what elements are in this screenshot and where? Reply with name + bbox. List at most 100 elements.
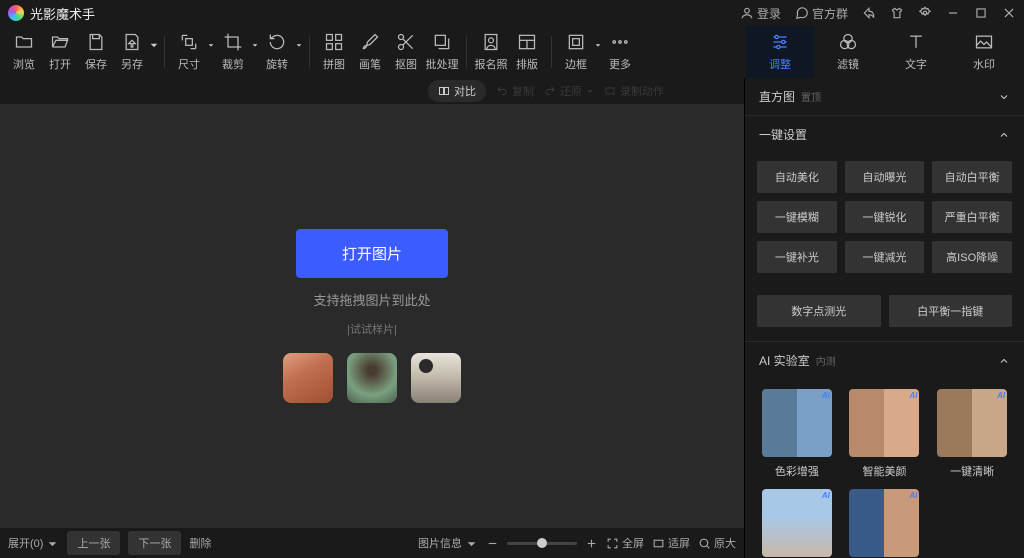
histogram-section[interactable]: 直方图置顶	[745, 78, 1024, 115]
sample-thumb-1[interactable]	[283, 353, 333, 403]
quick-btn[interactable]: 一键锐化	[845, 201, 925, 233]
app-title: 光影魔术手	[30, 4, 95, 23]
login-label: 登录	[757, 5, 781, 22]
quick-btn[interactable]: 严重白平衡	[932, 201, 1012, 233]
zoom-out-button[interactable]	[486, 537, 499, 550]
redo-icon	[544, 85, 556, 97]
tab-adjust[interactable]: 调整	[746, 26, 814, 78]
text-icon	[906, 32, 926, 52]
zoom-in-button[interactable]	[585, 537, 598, 550]
chat-icon	[795, 6, 809, 20]
quick-btn[interactable]: 自动白平衡	[932, 161, 1012, 193]
zoom-slider[interactable]	[507, 542, 577, 545]
ai-thumb: AI	[849, 489, 919, 557]
delete-button[interactable]: 删除	[189, 535, 211, 551]
collage-button[interactable]: 拼图	[316, 28, 352, 76]
quick-btn[interactable]: 自动曝光	[845, 161, 925, 193]
tab-watermark[interactable]: 水印	[950, 26, 1018, 78]
maximize-button[interactable]	[974, 6, 988, 20]
fit-icon	[652, 537, 665, 550]
ai-thumb: AI	[762, 489, 832, 557]
ai-item[interactable]: AI	[759, 489, 835, 557]
more-icon	[610, 32, 630, 52]
expand-button[interactable]: 展开(0)	[8, 535, 59, 551]
sample-thumb-2[interactable]	[347, 353, 397, 403]
border-dropdown[interactable]	[594, 28, 602, 52]
actual-icon	[698, 537, 711, 550]
chevron-down-icon	[251, 41, 259, 49]
quick-btn[interactable]: 高ISO降噪	[932, 241, 1012, 273]
user-icon	[740, 6, 754, 20]
title-bar: 光影魔术手 登录 官方群	[0, 0, 1024, 26]
tab-filter[interactable]: 滤镜	[814, 26, 882, 78]
chevron-down-icon	[207, 41, 215, 49]
share-button[interactable]	[862, 6, 876, 20]
folder-icon	[14, 32, 34, 52]
next-button[interactable]: 下一张	[128, 531, 181, 555]
quick-btn[interactable]: 白平衡一指键	[889, 295, 1013, 327]
chevron-down-icon	[46, 537, 59, 550]
batch-button[interactable]: 批处理	[424, 28, 460, 76]
copy-button[interactable]: 复制	[496, 83, 534, 99]
saveas-dropdown[interactable]	[150, 28, 158, 52]
login-button[interactable]: 登录	[740, 5, 781, 22]
cutout-button[interactable]: 抠图	[388, 28, 424, 76]
quick-btn[interactable]: 一键减光	[845, 241, 925, 273]
chevron-down-icon	[586, 87, 594, 95]
browse-button[interactable]: 浏览	[6, 28, 42, 76]
compare-toggle[interactable]: 对比	[428, 80, 486, 102]
ai-lab-section[interactable]: AI 实验室内测	[745, 341, 1024, 379]
more-button[interactable]: 更多	[602, 28, 638, 76]
folder-open-icon	[50, 32, 70, 52]
crop-dropdown[interactable]	[251, 28, 259, 52]
quick-btn[interactable]: 一键模糊	[757, 201, 837, 233]
fullscreen-button[interactable]: 全屏	[606, 535, 644, 551]
quick-btn[interactable]: 数字点测光	[757, 295, 881, 327]
sample-hint-text: |试试样片|	[347, 321, 397, 337]
quick-btn[interactable]: 自动美化	[757, 161, 837, 193]
info-button[interactable]: 图片信息	[418, 535, 478, 551]
idphoto-button[interactable]: 报名照	[473, 28, 509, 76]
group-button[interactable]: 官方群	[795, 5, 848, 22]
quick-btn[interactable]: 一键补光	[757, 241, 837, 273]
chevron-down-icon	[465, 537, 478, 550]
quick-button-grid: 自动美化 自动曝光 自动白平衡 一键模糊 一键锐化 严重白平衡 一键补光 一键减…	[745, 153, 1024, 287]
prev-button[interactable]: 上一张	[67, 531, 120, 555]
fit-button[interactable]: 适屏	[652, 535, 690, 551]
app-logo	[8, 5, 24, 21]
ai-item[interactable]: AI 智能美颜	[847, 389, 923, 479]
tab-text[interactable]: 文字	[882, 26, 950, 78]
skin-button[interactable]	[890, 6, 904, 20]
open-image-button[interactable]: 打开图片	[296, 229, 448, 278]
saveas-button[interactable]: 另存	[114, 28, 150, 76]
canvas-area: 打开图片 支持拖拽图片到此处 |试试样片|	[0, 104, 744, 528]
quick-settings-section[interactable]: 一键设置	[745, 115, 1024, 153]
save-button[interactable]: 保存	[78, 28, 114, 76]
ai-item[interactable]: AI 一键清晰	[934, 389, 1010, 479]
border-button[interactable]: 边框	[558, 28, 594, 76]
size-button[interactable]: 尺寸	[171, 28, 207, 76]
record-button[interactable]: 录制动作	[604, 83, 664, 99]
brush-button[interactable]: 画笔	[352, 28, 388, 76]
layout-button[interactable]: 排版	[509, 28, 545, 76]
ai-thumb: AI	[937, 389, 1007, 457]
size-dropdown[interactable]	[207, 28, 215, 52]
maximize-icon	[974, 6, 988, 20]
rotate-dropdown[interactable]	[295, 28, 303, 52]
minus-icon	[486, 537, 499, 550]
close-button[interactable]	[1002, 6, 1016, 20]
close-icon	[1002, 6, 1016, 20]
revert-button[interactable]: 还原	[544, 83, 594, 99]
image-icon	[974, 32, 994, 52]
frame-icon	[566, 32, 586, 52]
sample-thumb-3[interactable]	[411, 353, 461, 403]
open-button[interactable]: 打开	[42, 28, 78, 76]
scissors-icon	[396, 32, 416, 52]
minimize-button[interactable]	[946, 6, 960, 20]
crop-button[interactable]: 裁剪	[215, 28, 251, 76]
ai-item[interactable]: AI	[847, 489, 923, 557]
ai-item[interactable]: AI 色彩增强	[759, 389, 835, 479]
settings-button[interactable]	[918, 6, 932, 20]
actual-button[interactable]: 原大	[698, 535, 736, 551]
rotate-button[interactable]: 旋转	[259, 28, 295, 76]
